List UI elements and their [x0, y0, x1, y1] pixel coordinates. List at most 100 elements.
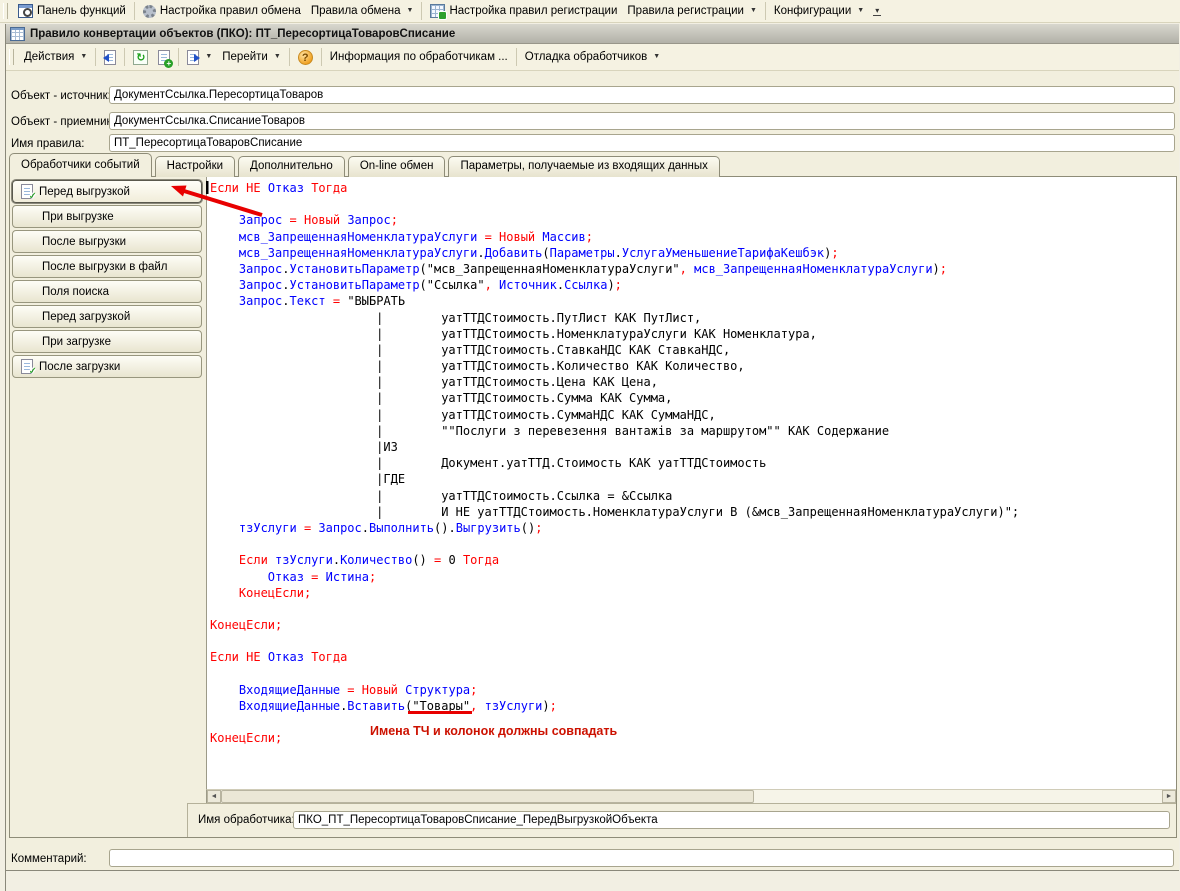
- registration-rules-menu[interactable]: Правила регистрации ▼: [622, 3, 761, 19]
- workspace-left-edge: [5, 871, 6, 891]
- toolbar-separator: [95, 48, 96, 66]
- comment-label: Комментарий:: [11, 853, 87, 865]
- handler-button-label: После выгрузки в файл: [42, 261, 168, 273]
- handler-after-export-to-file[interactable]: После выгрузки в файл: [12, 255, 202, 278]
- code-line: КонецЕсли;: [210, 730, 1176, 746]
- handler-button-label: При загрузке: [42, 336, 111, 348]
- toolbar-separator: [321, 48, 322, 66]
- comment-field[interactable]: [109, 849, 1174, 867]
- handler-after-export[interactable]: После выгрузки: [12, 230, 202, 253]
- code-line: [210, 714, 1176, 730]
- toolbar-overflow-icon[interactable]: ▾: [873, 6, 881, 16]
- code-line: | ""Послуги з перевезення вантажів за ма…: [210, 423, 1176, 439]
- toolbar-separator: [289, 48, 290, 66]
- code-line: Запрос.УстановитьПараметр("Ссылка", Исто…: [210, 277, 1176, 293]
- receiver-object-label: Объект - приемник:: [11, 116, 115, 128]
- handler-name-label: Имя обработчика:: [198, 814, 295, 826]
- dropdown-arrow-icon: ▼: [80, 53, 87, 61]
- toolbar-button-label: Информация по обработчикам ...: [330, 51, 508, 63]
- toolbar-button-label: Правила регистрации: [627, 5, 744, 17]
- goto-icon-button[interactable]: ▼: [182, 48, 217, 67]
- goto-menu[interactable]: Перейти▼: [217, 49, 286, 65]
- tab-strip: Обработчики событийНастройки Дополнительн…: [9, 154, 723, 177]
- code-line: | уатТТДСтоимость.СуммаНДС КАК СуммаНДС,: [210, 407, 1176, 423]
- toolbar-button-label: Панель функций: [37, 5, 126, 17]
- code-line: | уатТТДСтоимость.Ссылка = &Ссылка: [210, 488, 1176, 504]
- scroll-left-icon[interactable]: ◄: [207, 790, 221, 803]
- tab-online-exchange[interactable]: On-line обмен: [348, 156, 446, 177]
- code-line: тзУслуги = Запрос.Выполнить().Выгрузить(…: [210, 520, 1176, 536]
- code-line: [210, 196, 1176, 212]
- code-line: КонецЕсли;: [210, 617, 1176, 633]
- function-panel-button[interactable]: Панель функций: [13, 2, 131, 20]
- function-panel-icon: [18, 4, 33, 18]
- toolbar-button-label: Настройка правил регистрации: [449, 5, 617, 17]
- scroll-right-icon[interactable]: ►: [1162, 790, 1176, 803]
- handler-button-label: Перед загрузкой: [42, 311, 130, 323]
- toolbar-separator: [134, 2, 135, 20]
- handlers-debug-menu[interactable]: Отладка обработчиков▼: [520, 49, 665, 65]
- handler-search-fields[interactable]: Поля поиска: [12, 280, 202, 303]
- write-icon: [104, 50, 116, 65]
- registration-rules-setup-button[interactable]: Настройка правил регистрации: [425, 2, 622, 20]
- code-line: КонецЕсли;: [210, 585, 1176, 601]
- handler-button-label: После загрузки: [39, 361, 120, 373]
- registration-icon: [430, 4, 445, 18]
- actions-menu[interactable]: Действия▼: [19, 49, 92, 65]
- copy-add-button[interactable]: +: [153, 48, 175, 67]
- exchange-rules-menu[interactable]: Правила обмена▼: [306, 3, 419, 19]
- handler-name-panel: Имя обработчика:: [187, 803, 1176, 837]
- handler-after-import[interactable]: ✓После загрузки: [12, 355, 202, 378]
- scroll-thumb[interactable]: [221, 790, 754, 803]
- scroll-track[interactable]: [754, 790, 1162, 803]
- handler-name-field[interactable]: [293, 811, 1170, 829]
- code-line: | И НЕ уатТТДСтоимость.НоменклатураУслуг…: [210, 504, 1176, 520]
- write-button[interactable]: [99, 48, 121, 67]
- handler-before-import[interactable]: Перед загрузкой: [12, 305, 202, 328]
- table-icon: [10, 27, 25, 41]
- tab-settings[interactable]: Настройки: [155, 156, 235, 177]
- refresh-button[interactable]: ↻: [128, 48, 153, 67]
- form-toolbar-items: Действия▼↻+▼Перейти▼?Информация по обраб…: [19, 48, 665, 67]
- handler-before-export[interactable]: ✓Перед выгрузкой: [12, 180, 202, 203]
- toolbar-separator: [178, 48, 179, 66]
- rule-name-field[interactable]: [109, 134, 1175, 152]
- handler-on-export[interactable]: При выгрузке: [12, 205, 202, 228]
- toolbar-separator: [124, 48, 125, 66]
- code-line: [210, 601, 1176, 617]
- receiver-object-field[interactable]: [109, 112, 1175, 130]
- toolbar-button-label: Настройка правил обмена: [160, 5, 301, 17]
- dropdown-arrow-icon: ▼: [750, 7, 757, 15]
- handler-button-label: При выгрузке: [42, 211, 114, 223]
- tab-event-handlers[interactable]: Обработчики событий: [9, 153, 152, 177]
- code-line: | Документ.уатТТД.Стоимость КАК уатТТДСт…: [210, 455, 1176, 471]
- code-line: | уатТТДСтоимость.ПутЛист КАК ПутЛист,: [210, 310, 1176, 326]
- exchange-rules-setup-button[interactable]: Настройка правил обмена: [138, 3, 306, 20]
- code-line: | уатТТДСтоимость.Цена КАК Цена,: [210, 374, 1176, 390]
- tab-incoming-params[interactable]: Параметры, получаемые из входящих данных: [448, 156, 719, 177]
- handler-on-import[interactable]: При загрузке: [12, 330, 202, 353]
- source-object-field[interactable]: [109, 86, 1175, 104]
- rule-name-label: Имя правила:: [11, 138, 84, 150]
- code-editor[interactable]: Если НЕ Отказ Тогда Запрос = Новый Запро…: [206, 177, 1176, 789]
- code-line: мсв_ЗапрещеннаяНоменклатураУслуги.Добави…: [210, 245, 1176, 261]
- handler-button-label: Поля поиска: [42, 286, 109, 298]
- window-titlebar[interactable]: Правило конвертации объектов (ПКО): ПТ_П…: [6, 24, 1179, 44]
- code-line: Если НЕ Отказ Тогда: [210, 180, 1176, 196]
- tab-additional[interactable]: Дополнительно: [238, 156, 345, 177]
- code-hscrollbar[interactable]: ◄ ►: [206, 789, 1176, 803]
- toolbar-grip[interactable]: [9, 49, 14, 65]
- tab-label: Дополнительно: [250, 160, 333, 172]
- handlers-info-button[interactable]: Информация по обработчикам ...: [325, 49, 513, 65]
- code-line: Отказ = Истина;: [210, 569, 1176, 585]
- code-line: ВходящиеДанные = Новый Структура;: [210, 682, 1176, 698]
- dropdown-arrow-icon: ▼: [653, 53, 660, 61]
- code-line: | уатТТДСтоимость.Сумма КАК Сумма,: [210, 390, 1176, 406]
- help-button[interactable]: ?: [293, 48, 318, 67]
- tab-label: On-line обмен: [360, 160, 434, 172]
- handler-button-label: Перед выгрузкой: [39, 186, 130, 198]
- toolbar-grip[interactable]: [3, 3, 8, 19]
- toolbar-separator: [421, 2, 422, 20]
- code-text: Если НЕ Отказ Тогда Запрос = Новый Запро…: [207, 177, 1176, 747]
- configurations-menu[interactable]: Конфигурации▼: [769, 3, 869, 19]
